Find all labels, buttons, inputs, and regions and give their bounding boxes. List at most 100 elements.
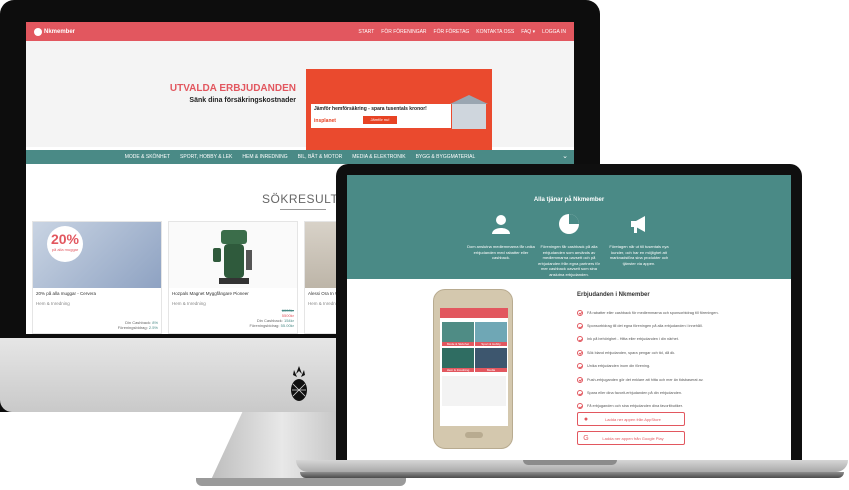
phone-mockup: Mode & Skönhet Sport & Hobby Hem & Inred… — [433, 289, 513, 449]
product-category: Hem & Inredning — [36, 301, 70, 306]
product-image — [169, 222, 297, 288]
ad-banner-button[interactable]: Jämför nu! — [363, 116, 397, 124]
product-card[interactable]: Hozpals Magnet Myggfångare Pioneer Hem &… — [168, 221, 298, 334]
main-nav: START FÖR FÖRENINGAR FÖR FÖRETAG KONTAKT… — [358, 29, 566, 35]
check-circle-icon — [577, 336, 583, 343]
pineapple-logo-icon — [291, 366, 307, 401]
top-navbar: Nkmember START FÖR FÖRENINGAR FÖR FÖRETA… — [26, 22, 574, 41]
category-sport[interactable]: SPORT, HOBBY & LEK — [180, 154, 232, 160]
list-item: Sök bland erbjudanden, spara pengar och … — [577, 346, 719, 359]
list-item-text: Spara eller dina favorit-erbjudanden på … — [587, 391, 682, 396]
phone-home-button — [465, 432, 483, 438]
tile-label: Hem & Inredning — [442, 368, 474, 372]
check-circle-icon — [577, 390, 583, 397]
offers-heading: Erbjudanden i Nkmember — [577, 292, 650, 298]
google-play-button[interactable]: G Ladda ner appen från Google Play — [577, 431, 685, 445]
phone-tile: Sport & Hobby — [475, 322, 507, 346]
apple-icon: ● — [583, 415, 589, 423]
feature-text: Dom anslutna medlemmarna får unika erbju… — [467, 244, 535, 260]
list-item: Få rabatter eller cashback för medlemmar… — [577, 306, 719, 319]
check-circle-icon — [577, 403, 583, 410]
discount-badge: 20% på alla muggar — [47, 226, 83, 262]
nav-foreningar[interactable]: FÖR FÖRENINGAR — [381, 29, 426, 35]
nav-kontakta[interactable]: KONTAKTA OSS — [476, 29, 514, 35]
check-circle-icon — [577, 309, 583, 316]
list-item: Unika erbjudanden inom din förening. — [577, 360, 719, 373]
ad-banner-box: Jämför hemförsäkring - spara tusentals k… — [311, 104, 451, 128]
product-title: Hozpals Magnet Myggfångare Pioneer — [172, 291, 249, 296]
check-circle-icon — [577, 323, 583, 330]
list-item-text: Få erbjuganden och sina erbjudanden dina… — [587, 404, 683, 409]
hero-section: UTVALDA ERBJUDANDEN Sänk dina försäkring… — [26, 41, 574, 161]
list-item: Spara eller dina favorit-erbjudanden på … — [577, 386, 719, 399]
laptop-screen: Alla tjänar på Nkmember Dom anslutna med… — [347, 175, 791, 460]
mosquito-trap-image — [213, 230, 252, 284]
list-item: Ink på behörighet - Hitta eller erbjudan… — [577, 333, 719, 346]
pie-chart-icon — [559, 214, 579, 234]
list-item: Sponsorbidrag till det egna föreningen p… — [577, 319, 719, 332]
phone-app-header — [440, 308, 508, 318]
assoc-label: Föreningsbidrag: — [117, 325, 148, 330]
check-circle-icon — [577, 349, 583, 356]
tile-label: Media — [475, 368, 507, 372]
site-logo[interactable]: Nkmember — [34, 27, 76, 36]
category-hem[interactable]: HEM & INREDNING — [242, 154, 287, 160]
chevron-down-icon[interactable]: ⌄ — [562, 152, 568, 160]
assoc-value: 2.5% — [148, 325, 158, 330]
category-bygg[interactable]: BYGG & BYGGMATERIAL — [416, 154, 476, 160]
monitor-foot — [196, 478, 406, 486]
phone-offer-card — [442, 376, 506, 406]
list-item-text: Sponsorbidrag till det egna föreningen p… — [587, 324, 703, 329]
appstore-button[interactable]: ● Ladda ner appen från AppStore — [577, 412, 685, 426]
category-media[interactable]: MEDIA & ELEKTRONIK — [352, 154, 405, 160]
phone-tile: Hem & Inredning — [442, 348, 474, 372]
phone-screen: Mode & Skönhet Sport & Hobby Hem & Inred… — [440, 308, 508, 426]
title-underline — [280, 209, 326, 210]
brand-name: Nkmember — [44, 28, 76, 35]
phone-tile: Mode & Skönhet — [442, 322, 474, 346]
laptop-bottom — [300, 472, 844, 478]
logo-icon — [34, 27, 42, 36]
nav-login[interactable]: LOGGA IN — [542, 29, 566, 35]
assoc-row: Föreningsbidrag: 55.00kr — [169, 323, 295, 328]
category-bar: MODE & SKÖNHET SPORT, HOBBY & LEK HEM & … — [26, 150, 574, 164]
offers-list: Få rabatter eller cashback för medlemmar… — [577, 306, 719, 413]
feature-companies: Företagen når ut till tusentals nya kund… — [605, 213, 673, 266]
nav-faq[interactable]: FAQ ▾ — [521, 29, 535, 35]
list-item-text: Unika erbjudanden inom din förening. — [587, 364, 651, 369]
category-mode[interactable]: MODE & SKÖNHET — [125, 154, 170, 160]
feature-associations: Föreningen får cashback på alla erbjudan… — [535, 213, 603, 277]
house-image — [450, 95, 488, 129]
google-play-label: Ladda ner appen från Google Play — [602, 435, 664, 441]
phone-tile: Media — [475, 348, 507, 372]
laptop-notch — [523, 460, 617, 465]
product-card[interactable]: 20% på alla muggar 20% på alla muggar - … — [32, 221, 162, 334]
assoc-value: 55.00kr — [280, 323, 294, 328]
nav-foretag[interactable]: FÖR FÖRETAG — [434, 29, 470, 35]
check-circle-icon — [577, 376, 583, 383]
google-play-icon: G — [583, 434, 589, 442]
list-item-text: Push-erbjuganden gör det enklare att hit… — [587, 377, 704, 382]
hero-title: UTVALDA ERBJUDANDEN — [169, 83, 296, 94]
list-item-text: Sök bland erbjudanden, spara pengar och … — [587, 350, 676, 355]
check-circle-icon — [577, 363, 583, 370]
list-item-text: Få rabatter eller cashback för medlemmar… — [587, 310, 719, 315]
ad-banner[interactable]: Jämför hemförsäkring - spara tusentals k… — [306, 69, 492, 161]
tile-label: Mode & Skönhet — [442, 342, 474, 346]
benefits-title: Alla tjänar på Nkmember — [533, 197, 605, 203]
tile-label: Sport & Hobby — [475, 342, 507, 346]
product-image: 20% på alla muggar — [33, 222, 161, 288]
badge-percent: 20% — [50, 231, 80, 247]
user-icon — [492, 215, 510, 234]
hero-subtitle: Sänk dina försäkringskostnader — [189, 97, 296, 104]
assoc-row: Föreningsbidrag: 2.5% — [33, 325, 158, 330]
product-title: 20% på alla muggar - Cervera — [36, 291, 97, 296]
ad-banner-text: Jämför hemförsäkring - spara tusentals k… — [314, 106, 427, 112]
feature-members: Dom anslutna medlemmarna får unika erbju… — [467, 213, 535, 261]
appstore-label: Ladda ner appen från AppStore — [605, 416, 661, 422]
nav-start[interactable]: START — [358, 29, 374, 35]
list-item-text: Ink på behörighet - Hitta eller erbjudan… — [587, 337, 679, 342]
category-bil[interactable]: BIL, BÅT & MOTOR — [298, 154, 343, 160]
ad-banner-brand: insplanet — [314, 118, 336, 124]
assoc-label: Föreningsbidrag: — [249, 323, 280, 328]
